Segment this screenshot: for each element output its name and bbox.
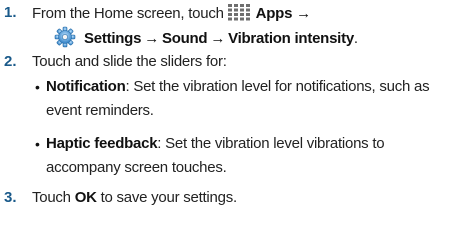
bullet-notification-line-1: Notification: Set the vibration level fo…	[46, 77, 430, 97]
step-1-settings-label: Settings	[84, 30, 142, 47]
apps-grid-icon	[226, 3, 252, 22]
step-1-arrow-1: →	[296, 5, 311, 22]
bullet-haptic-line-2: accompany screen touches.	[46, 159, 227, 176]
step-3-number: 3.	[4, 189, 17, 206]
step-2-number: 2.	[4, 53, 17, 70]
step-1-apps-label: Apps	[255, 5, 293, 22]
step-2-text: Touch and slide the sliders for:	[32, 53, 227, 70]
bullet-dot: •	[35, 79, 40, 95]
bullet-notification-title: Notification	[46, 78, 126, 95]
settings-gear-icon	[54, 26, 76, 48]
bullet-notification-desc: : Set the vibration level for notificati…	[125, 78, 430, 95]
step-3-prefix: Touch	[32, 189, 71, 206]
step-1-sound-label: Sound	[161, 30, 208, 47]
step-1-vibration-label: Vibration intensity	[228, 30, 354, 47]
step-1-line-1: From the Home screen, touch Apps →	[32, 3, 311, 24]
step-3-suffix: to save your settings.	[100, 189, 238, 206]
bullet-haptic-desc: : Set the vibration level vibrations to	[157, 135, 385, 152]
step-1-period: .	[353, 30, 358, 47]
step-1-arrow-3: →	[210, 30, 226, 47]
bullet-notification-line-2: event reminders.	[46, 102, 154, 119]
step-1-prefix: From the Home screen, touch	[32, 5, 224, 22]
step-1-number: 1.	[4, 4, 17, 21]
step-3-text: Touch OK to save your settings.	[32, 188, 237, 208]
bullet-haptic-line-1: Haptic feedback: Set the vibration level…	[46, 134, 385, 154]
step-3-ok-label: OK	[74, 189, 97, 206]
bullet-dot: •	[35, 136, 40, 152]
instruction-document: 1. From the Home screen, touch Apps → Se…	[0, 0, 454, 241]
bullet-haptic-title: Haptic feedback	[46, 135, 158, 152]
step-1-arrow-2: →	[144, 30, 159, 47]
step-1-line-2: Settings → Sound → Vibration intensity.	[54, 26, 358, 49]
